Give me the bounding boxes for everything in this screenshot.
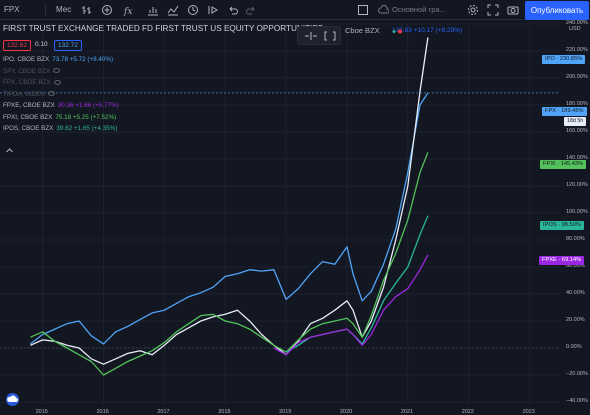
legend-series-name: IPOS, CBOE BZX: [3, 125, 54, 132]
x-tick-label: 2016: [96, 409, 109, 415]
y-tick-label: 120.00%: [566, 182, 588, 188]
legend-series-values: 73.78 +5.72 (+8.40%): [52, 56, 114, 63]
legend-series-values: 39.62 +1.65 (+4.35%): [56, 125, 118, 132]
legend-row[interactable]: FPX, CBOE BZX: [3, 78, 61, 88]
status-dots-icon: [392, 29, 402, 34]
legend-row[interactable]: TIPOA, INDEX: [3, 90, 55, 100]
pair-lines-icon[interactable]: [304, 31, 318, 41]
series-line-fpx: [30, 37, 429, 365]
x-tick-label: 2023: [522, 409, 535, 415]
x-tick-label: 2018: [218, 409, 231, 415]
x-tick-label: 2019: [279, 409, 292, 415]
legend-row[interactable]: SPY, CBOE BZX: [3, 67, 61, 77]
legend-mini-tools[interactable]: [297, 26, 341, 45]
tradingview-logo-icon[interactable]: [6, 393, 19, 406]
series-line-fpxe: [273, 254, 429, 356]
spread-value: 0.10: [35, 41, 48, 48]
legend-series-name: TIPOA, INDEX: [3, 90, 45, 98]
x-tick-label: 2021: [400, 409, 414, 415]
legend-row[interactable]: IPO, CBOE BZX 73.78 +5.72 (+8.40%): [3, 55, 113, 65]
ask-price[interactable]: 132.72: [54, 40, 82, 51]
ipo-value-badge: IPO · 230.85%: [542, 55, 586, 64]
exchange-label: Cboe BZX: [345, 26, 380, 35]
fpx-countdown-badge: 18d 5h: [564, 117, 587, 126]
legend-series-values: 75.18 +5.25 (+7.52%): [55, 113, 117, 121]
y-tick-label: 40.00%: [566, 290, 585, 296]
ipos-value-badge: IPOS · 98.50%: [540, 221, 584, 230]
legend-series-name: SPY, CBOE BZX: [3, 67, 51, 75]
eye-hidden-icon[interactable]: [47, 91, 55, 97]
chevron-up-icon[interactable]: [5, 146, 14, 155]
fpxi-value-badge: FPXI · 145.43%: [540, 160, 587, 169]
bid-price[interactable]: 132.62: [3, 40, 31, 51]
x-tick-label: 2015: [35, 409, 48, 415]
x-tick-label: 2022: [461, 409, 474, 415]
x-tick-label: 2017: [157, 409, 170, 415]
eye-hidden-icon[interactable]: [53, 79, 61, 85]
eye-hidden-icon[interactable]: [53, 68, 61, 74]
currency-label: USD: [569, 26, 581, 32]
y-tick-label: 200.00%: [566, 74, 588, 80]
legend-series-name: FPXI, CBOE BZX: [3, 113, 53, 121]
fpxe-value-badge: FPXE · 69.14%: [539, 256, 585, 265]
fpx-value-badge: FPX · 189.45%: [542, 107, 587, 116]
y-tick-label: −20.00%: [566, 371, 588, 377]
legend-row[interactable]: FPXI, CBOE BZX 75.18 +5.25 (+7.52%): [3, 113, 116, 123]
legend-series-name: FPXE, CBOE BZX: [3, 102, 55, 109]
legend-series-values: 30.36 +1.66 (+5.77%): [57, 102, 119, 109]
y-tick-label: 220.00%: [566, 47, 588, 53]
y-tick-label: 20.00%: [566, 317, 585, 323]
legend-series-name: IPO, CBOE BZX: [3, 56, 50, 63]
legend-header: FIRST TRUST EXCHANGE TRADED FD FIRST TRU…: [3, 24, 380, 35]
y-tick-label: 0.00%: [566, 344, 582, 350]
legend-row[interactable]: IPOS, CBOE BZX 39.62 +1.65 (+4.35%): [3, 124, 117, 134]
x-tick-label: 2020: [339, 409, 353, 415]
bracket-icon[interactable]: [324, 31, 336, 41]
y-tick-label: 80.00%: [566, 236, 585, 242]
y-tick-label: −40.00%: [566, 398, 588, 404]
y-tick-label: 100.00%: [566, 209, 588, 215]
legend-row[interactable]: FPXE, CBOE BZX 30.36 +1.66 (+5.77%): [3, 101, 119, 111]
y-tick-label: 160.00%: [566, 128, 588, 134]
legend-series-name: FPX, CBOE BZX: [3, 79, 51, 86]
instrument-title: FIRST TRUST EXCHANGE TRADED FD FIRST TRU…: [3, 24, 324, 33]
y-tick-label: 240.00%: [566, 20, 588, 26]
